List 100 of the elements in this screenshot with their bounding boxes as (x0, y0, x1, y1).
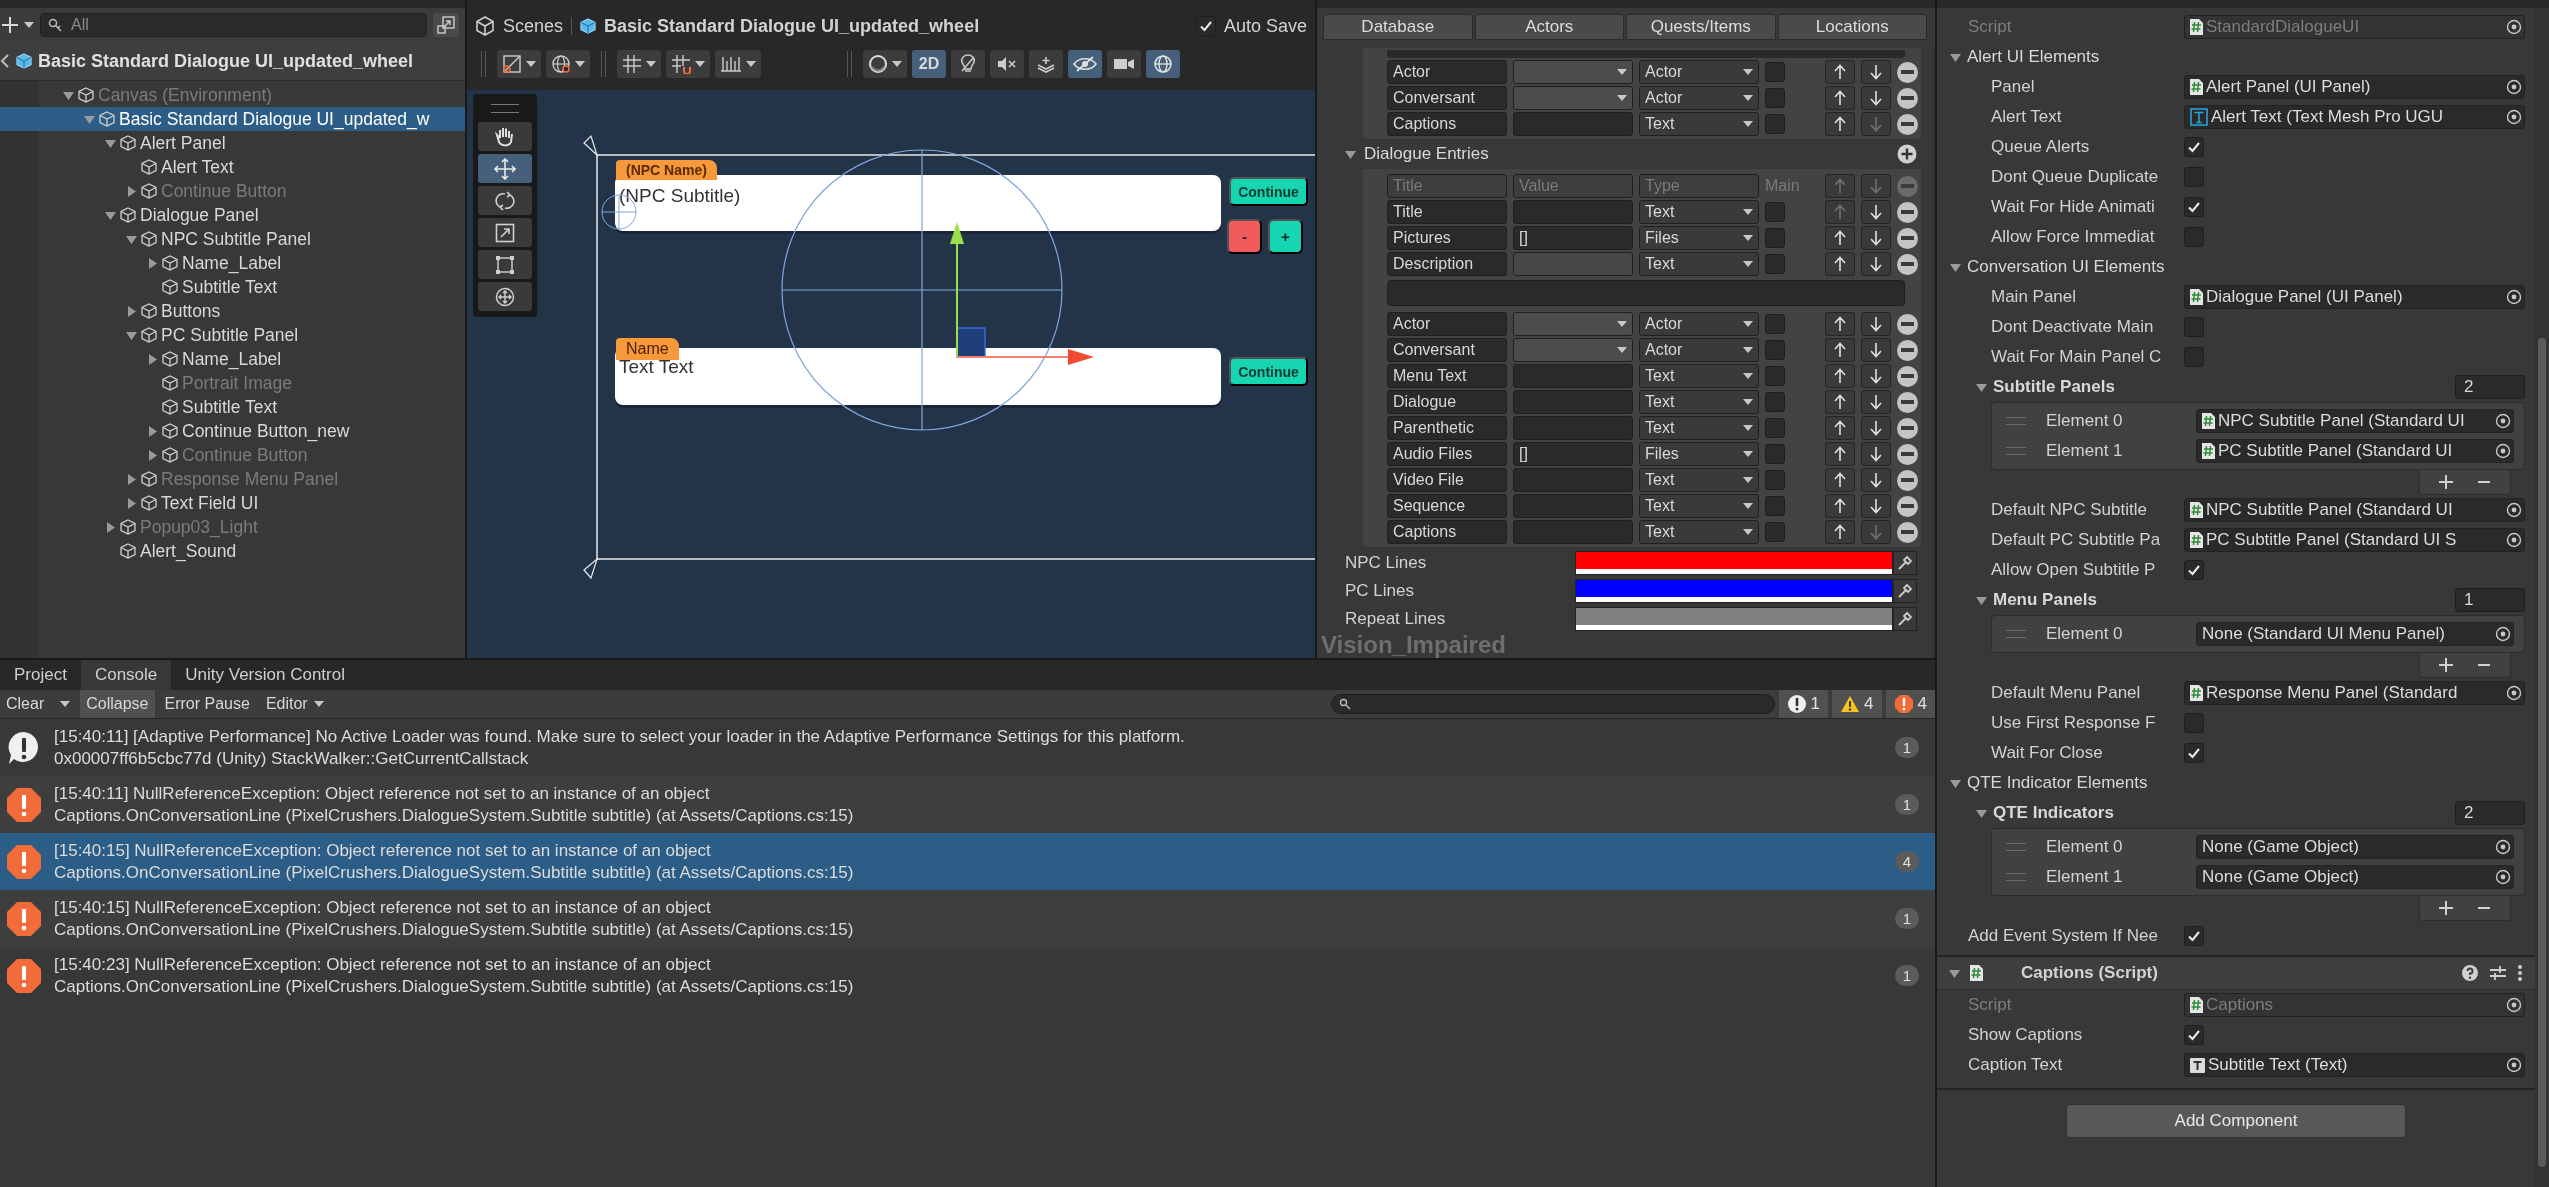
hierarchy-item[interactable]: Dialogue Panel (0, 203, 465, 227)
object-field[interactable]: Response Menu Panel (Standard (2184, 681, 2525, 705)
plus-button[interactable]: + (1268, 219, 1303, 254)
type-dropdown[interactable]: Actor (1639, 86, 1759, 110)
kebab-menu-icon[interactable] (2517, 964, 2523, 982)
move-down-button[interactable] (1861, 390, 1891, 414)
snap-dropdown[interactable] (666, 50, 710, 78)
checkbox[interactable] (1765, 340, 1785, 360)
type-dropdown[interactable]: Text (1639, 494, 1759, 518)
foldout-arrow-icon[interactable] (1976, 807, 1987, 819)
object-picker-icon[interactable] (2495, 839, 2511, 855)
object-picker-icon[interactable] (2506, 19, 2522, 35)
list-size-field[interactable]: 1 (2455, 588, 2525, 612)
warning-filter-toggle[interactable]: 4 (1832, 690, 1882, 718)
remove-field-button[interactable] (1897, 495, 1918, 517)
type-dropdown[interactable]: Files (1639, 442, 1759, 466)
foldout-arrow-icon[interactable] (1950, 777, 1961, 789)
hierarchy-item[interactable]: PC Subtitle Panel (0, 323, 465, 347)
collapse-toggle[interactable]: Collapse (80, 690, 155, 718)
search-field[interactable]: All (40, 13, 427, 37)
sliders-icon[interactable] (2489, 964, 2507, 982)
field-title[interactable]: Description (1387, 252, 1507, 276)
object-field[interactable]: None (Game Object) (2196, 865, 2514, 889)
checkbox[interactable] (2184, 317, 2204, 337)
remove-field-button[interactable] (1897, 391, 1918, 413)
drag-handle-icon[interactable] (2006, 630, 2026, 638)
field-title[interactable]: Actor (1387, 60, 1507, 84)
foldout-arrow-icon[interactable] (125, 473, 137, 485)
checkbox[interactable] (1765, 470, 1785, 490)
field-title[interactable]: Pictures (1387, 226, 1507, 250)
section-title[interactable]: Alert UI Elements (1967, 47, 2100, 67)
move-up-button[interactable] (1825, 112, 1855, 136)
remove-field-button[interactable] (1897, 469, 1918, 491)
field-title[interactable]: Conversant (1387, 86, 1507, 110)
console-search-field[interactable] (1330, 694, 1775, 714)
value-field[interactable] (1513, 364, 1633, 388)
2d-toggle[interactable]: 2D (912, 50, 946, 78)
move-up-button[interactable] (1825, 390, 1855, 414)
object-field[interactable]: Subtitle Text (Text) (2184, 1053, 2525, 1077)
checkbox[interactable] (2184, 167, 2204, 187)
remove-field-button[interactable] (1897, 443, 1918, 465)
type-dropdown[interactable]: Text (1639, 112, 1759, 136)
move-down-button[interactable] (1861, 442, 1891, 466)
minus-button[interactable]: - (1227, 219, 1262, 254)
checkbox[interactable] (2184, 227, 2204, 247)
object-picker-icon[interactable] (2506, 1057, 2522, 1073)
foldout-arrow-icon[interactable] (146, 257, 158, 269)
eyedropper-button[interactable] (1893, 607, 1917, 631)
remove-field-button[interactable] (1897, 113, 1918, 135)
foldout-arrow-icon[interactable] (146, 449, 158, 461)
checkbox[interactable] (1765, 522, 1785, 542)
drag-handle-icon[interactable] (2006, 873, 2026, 881)
foldout-arrow-icon[interactable] (62, 89, 74, 101)
checkbox[interactable] (1765, 444, 1785, 464)
list-size-field[interactable]: 2 (2455, 801, 2525, 825)
scene-view-toggle[interactable] (1068, 50, 1102, 78)
continue-button[interactable]: Continue (1229, 357, 1308, 386)
foldout-arrow-icon[interactable] (125, 497, 137, 509)
type-dropdown[interactable]: Actor (1639, 338, 1759, 362)
back-chevron-icon[interactable] (0, 53, 10, 69)
value-field[interactable]: [] (1513, 226, 1633, 250)
move-down-button[interactable] (1861, 468, 1891, 492)
remove-field-button[interactable] (1897, 313, 1918, 335)
value-field[interactable] (1513, 468, 1633, 492)
type-dropdown[interactable]: Text (1639, 252, 1759, 276)
move-down-button[interactable] (1861, 312, 1891, 336)
foldout-arrow-icon[interactable] (1976, 594, 1987, 606)
checkbox[interactable] (1765, 114, 1785, 134)
move-down-button[interactable] (1861, 226, 1891, 250)
type-dropdown[interactable]: Files (1639, 226, 1759, 250)
foldout-arrow-icon[interactable] (104, 209, 116, 221)
breadcrumb-title[interactable]: Basic Standard Dialogue UI_updated_wheel (604, 15, 980, 37)
error-pause-toggle[interactable]: Error Pause (158, 690, 256, 718)
value-field[interactable] (1513, 390, 1633, 414)
object-field[interactable]: NPC Subtitle Panel (Standard UI (2184, 498, 2525, 522)
remove-field-button[interactable] (1897, 417, 1918, 439)
foldout-arrow-icon[interactable] (1345, 148, 1356, 160)
type-dropdown[interactable]: Text (1639, 200, 1759, 224)
checkbox[interactable] (1765, 202, 1785, 222)
checkbox[interactable] (2184, 926, 2204, 946)
hierarchy-item[interactable]: Alert Panel (0, 131, 465, 155)
field-title[interactable]: Sequence (1387, 494, 1507, 518)
foldout-arrow-icon[interactable] (104, 521, 116, 533)
field-title[interactable]: Title (1387, 200, 1507, 224)
eyedropper-button[interactable] (1893, 551, 1917, 575)
checkbox[interactable] (2184, 713, 2204, 733)
type-dropdown[interactable]: Actor (1639, 60, 1759, 84)
move-up-button[interactable] (1825, 252, 1855, 276)
foldout-arrow-icon[interactable] (125, 329, 137, 341)
move-up-button[interactable] (1825, 364, 1855, 388)
draw-mode-dropdown[interactable] (497, 50, 541, 78)
object-picker-icon[interactable] (2495, 626, 2511, 642)
move-up-button[interactable] (1825, 416, 1855, 440)
type-dropdown[interactable]: Actor (1639, 312, 1759, 336)
editor-dropdown[interactable]: Editor (259, 690, 330, 718)
checkbox[interactable] (2184, 743, 2204, 763)
checkbox[interactable] (2184, 1025, 2204, 1045)
object-picker-icon[interactable] (2506, 997, 2522, 1013)
scene-view-toggle[interactable] (951, 50, 985, 78)
hierarchy-item[interactable]: Buttons (0, 299, 465, 323)
